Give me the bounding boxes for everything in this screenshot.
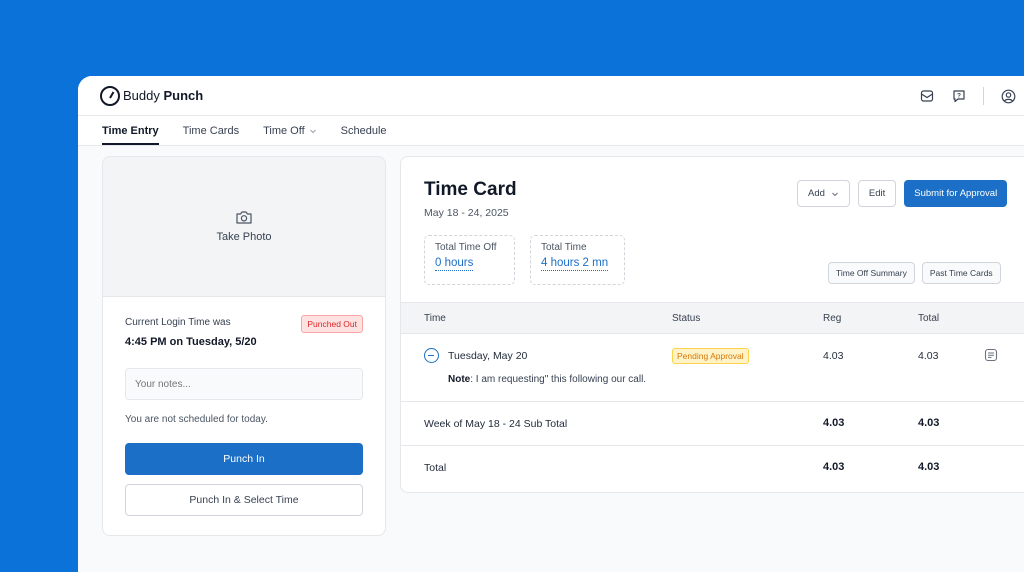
note-text: : I am requesting" this following our ca… <box>470 374 647 385</box>
tab-time-entry[interactable]: Time Entry <box>102 125 159 145</box>
main-nav: Time Entry Time Cards Time Off Schedule <box>78 116 1024 146</box>
punch-in-select-time-button[interactable]: Punch In & Select Time <box>125 484 363 516</box>
notes-icon[interactable] <box>984 348 998 365</box>
inbox-icon[interactable] <box>911 76 943 116</box>
add-label: Add <box>808 188 825 199</box>
row-note: Note: I am requesting" this following ou… <box>448 374 646 385</box>
svg-text:?: ? <box>957 93 961 100</box>
total-time-stat: Total Time 4 hours 2 mn <box>530 235 625 285</box>
login-time: 4:45 PM on Tuesday, 5/20 <box>125 336 257 348</box>
edit-button[interactable]: Edit <box>857 180 897 207</box>
collapse-icon[interactable] <box>424 348 439 363</box>
logo-text: Buddy Punch <box>123 88 203 103</box>
day-reg: 4.03 <box>823 350 844 362</box>
total-time-off-label: Total Time Off <box>435 242 497 253</box>
notes-input[interactable] <box>125 368 363 400</box>
logo-word-punch: Punch <box>163 88 204 103</box>
column-total: Total <box>918 313 940 324</box>
punch-in-button[interactable]: Punch In <box>125 443 363 475</box>
status-badge: Punched Out <box>301 315 363 333</box>
tab-time-off[interactable]: Time Off <box>263 125 317 145</box>
table-header: Time Status Reg Total <box>401 302 1024 334</box>
login-info: Current Login Time was 4:45 PM on Tuesda… <box>103 297 385 348</box>
add-button[interactable]: Add <box>797 180 850 207</box>
tab-label: Time Entry <box>102 125 159 137</box>
table-row-total: Total 4.03 4.03 <box>401 446 1024 490</box>
chevron-down-icon <box>309 129 316 134</box>
day-date: Tuesday, May 20 <box>448 350 528 362</box>
total-time-value[interactable]: 4 hours 2 mn <box>541 257 609 271</box>
total-reg: 4.03 <box>823 461 845 473</box>
logo[interactable]: Buddy Punch <box>100 85 203 106</box>
note-label: Note <box>448 374 471 385</box>
tab-schedule[interactable]: Schedule <box>341 125 387 145</box>
header-divider <box>983 87 984 105</box>
total-time-off-value[interactable]: 0 hours <box>435 257 474 271</box>
table-row: Tuesday, May 20 Pending Approval 4.03 4.… <box>401 334 1024 402</box>
past-time-cards-button[interactable]: Past Time Cards <box>921 262 1001 284</box>
help-chat-icon[interactable]: ? <box>943 76 975 116</box>
schedule-text: You are not scheduled for today. <box>125 414 268 425</box>
camera-icon <box>236 211 252 224</box>
logo-word-buddy: Buddy <box>123 88 160 103</box>
tab-label: Time Cards <box>182 125 240 137</box>
time-card-actions: Add Edit Submit for Approval <box>797 180 1008 207</box>
time-off-summary-button[interactable]: Time Off Summary <box>828 262 915 284</box>
subtotal-reg: 4.03 <box>823 417 845 429</box>
column-status: Status <box>672 313 701 324</box>
tab-label: Schedule <box>340 125 387 137</box>
user-account-icon[interactable] <box>992 76 1024 116</box>
table-row-subtotal: Week of May 18 - 24 Sub Total 4.03 4.03 <box>401 402 1024 446</box>
total-total: 4.03 <box>918 461 940 473</box>
submit-for-approval-button[interactable]: Submit for Approval <box>904 180 1008 207</box>
subtotal-total: 4.03 <box>918 417 940 429</box>
tab-time-cards[interactable]: Time Cards <box>183 125 239 145</box>
time-card-panel: Time Card May 18 - 24, 2025 Add Edit Sub… <box>400 156 1024 493</box>
total-time-label: Total Time <box>541 242 587 253</box>
clock-logo-icon <box>100 85 120 106</box>
subtotal-label: Week of May 18 - 24 Sub Total <box>424 418 568 430</box>
header-icons: ? <box>911 76 1024 116</box>
total-time-off-stat: Total Time Off 0 hours <box>424 235 515 285</box>
punch-panel: Take Photo Current Login Time was 4:45 P… <box>102 156 386 536</box>
chevron-down-icon <box>832 192 838 196</box>
page-title: Time Card <box>424 179 517 200</box>
column-reg: Reg <box>823 313 842 324</box>
app-window: Buddy Punch ? Time Entry Time Cards Time… <box>78 76 1024 572</box>
date-range: May 18 - 24, 2025 <box>424 207 509 219</box>
tab-label: Time Off <box>263 125 305 137</box>
time-card-links: Time Off Summary Past Time Cards <box>828 262 1001 284</box>
day-total: 4.03 <box>918 350 939 362</box>
take-photo-label: Take Photo <box>216 231 272 243</box>
column-time: Time <box>424 313 446 324</box>
top-header: Buddy Punch ? <box>78 76 1024 116</box>
take-photo-area[interactable]: Take Photo <box>103 157 385 297</box>
status-badge: Pending Approval <box>672 348 749 364</box>
total-label: Total <box>424 462 447 474</box>
